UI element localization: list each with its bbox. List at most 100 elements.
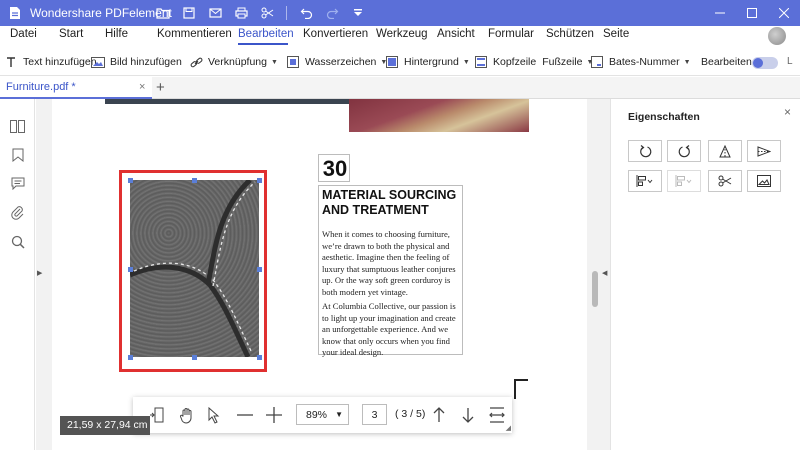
image-add-button[interactable]: Bild hinzufügen [91,54,182,70]
edit-mode-label: Bearbeiten [701,54,752,70]
section-number-box[interactable]: 30 [318,154,350,182]
chevron-down-icon: ▼ [335,410,343,419]
image-add-label: Bild hinzufügen [110,56,182,68]
edit-mode-toggle[interactable] [752,57,778,69]
body-text-box[interactable]: MATERIAL SOURCING AND TREATMENT When it … [318,185,463,357]
distribute-button[interactable] [667,170,701,192]
quick-access-toolbar [150,0,371,26]
avatar[interactable] [768,27,786,45]
text-icon [4,56,18,68]
resize-grip-icon[interactable]: ◢ [506,424,511,432]
expand-right-panel-icon[interactable]: ◀ [602,269,607,277]
page-number-input[interactable]: 3 [362,404,387,425]
crop-button[interactable] [708,170,742,192]
leather-image[interactable] [130,180,259,357]
menu-ansicht[interactable]: Ansicht [437,28,475,40]
watermark-button[interactable]: Wasserzeichen ▼ [286,54,387,70]
resize-handle[interactable] [257,355,262,360]
menu-hilfe[interactable]: Hilfe [105,28,128,40]
edit-label: Bearbeiten [701,56,752,68]
minimize-icon[interactable] [704,0,736,26]
menu-seite[interactable]: Seite [603,28,629,40]
close-icon[interactable]: × [784,105,791,119]
resize-handle[interactable] [192,355,197,360]
menu-kommentieren[interactable]: Kommentieren [157,28,232,40]
resize-handle[interactable] [257,267,262,272]
search-icon[interactable] [9,233,26,250]
mail-icon[interactable] [202,0,228,26]
document-tab-bar: Furniture.pdf * × + [0,77,800,99]
flip-vertical-button[interactable] [708,140,742,162]
toolbar-separator [286,6,287,20]
scissors-icon[interactable] [254,0,280,26]
title-bar: Wondershare PDFelement [0,0,800,26]
quick-access-dropdown-icon[interactable] [345,0,371,26]
watermark-icon [286,56,300,68]
align-button[interactable] [628,170,662,192]
replace-image-icon [757,175,771,187]
close-icon[interactable]: × [139,81,145,93]
tab-label: Furniture.pdf * [6,81,76,93]
link-button[interactable]: Verknüpfung ▼ [189,54,278,70]
resize-handle[interactable] [192,178,197,183]
add-tab-icon[interactable]: + [156,79,165,96]
flip-horizontal-button[interactable] [747,140,781,162]
text-add-label: Text hinzufügen [23,56,97,68]
tab-furniture[interactable]: Furniture.pdf * × [0,77,152,99]
redo-icon[interactable] [319,0,345,26]
folder-icon[interactable] [150,0,176,26]
close-window-icon[interactable] [768,0,800,26]
undo-icon[interactable] [293,0,319,26]
menu-bearbeiten[interactable]: Bearbeiten [238,28,294,40]
toolbar-overflow-label: L [787,56,793,67]
print-icon[interactable] [228,0,254,26]
menu-konvertieren[interactable]: Konvertieren [303,28,368,40]
image-icon [91,56,105,68]
replace-image-button[interactable] [747,170,781,192]
zoom-out-icon[interactable] [235,405,255,425]
expand-left-panel-icon[interactable]: ▶ [37,269,42,277]
bates-number-button[interactable]: Bates-Nummer ▼ [590,54,691,70]
zoom-level-select[interactable]: 89% ▼ [296,404,349,425]
save-icon[interactable] [176,0,202,26]
hand-tool-icon[interactable] [177,405,197,425]
app-logo-icon [10,7,20,19]
resize-handle[interactable] [128,178,133,183]
scissors-icon [718,175,732,187]
resize-handle[interactable] [257,178,262,183]
rotate-right-icon [678,144,690,157]
active-menu-indicator [238,43,288,45]
select-tool-icon[interactable] [205,405,225,425]
header-label: Kopfzeile [493,56,537,68]
link-icon [189,56,203,68]
menu-datei[interactable]: Datei [10,28,37,40]
menu-bar: Datei Start Hilfe Kommentieren Bearbeite… [0,26,800,46]
menu-formular[interactable]: Formular [488,28,534,40]
fit-page-icon[interactable] [148,405,168,425]
resize-handle[interactable] [128,267,133,272]
comment-icon[interactable] [9,175,26,192]
menu-werkzeug[interactable]: Werkzeug [376,28,428,40]
menu-start[interactable]: Start [59,28,83,40]
window-controls [704,0,800,26]
menu-schuetzen[interactable]: Schützen [546,28,594,40]
previous-page-icon[interactable] [429,405,449,425]
text-add-button[interactable]: Text hinzufügen [4,54,97,70]
next-page-icon[interactable] [458,405,478,425]
thumbnails-icon[interactable] [9,118,26,135]
page-navigation-bar: 89% ▼ 3 ( 3 / 5) ◢ [133,397,512,433]
rotate-left-button[interactable] [628,140,662,162]
zoom-in-icon[interactable] [264,405,284,425]
header-footer-button[interactable]: Kopfzeile Fußzeile ▼ [474,54,593,70]
page-count: ( 3 / 5) [395,408,426,420]
vertical-scrollbar[interactable] [592,271,598,307]
attachment-icon[interactable] [9,204,26,221]
chair-illustration [514,379,528,399]
maximize-icon[interactable] [736,0,768,26]
resize-handle[interactable] [128,355,133,360]
section-heading: MATERIAL SOURCING AND TREATMENT [322,188,457,217]
rotate-right-button[interactable] [667,140,701,162]
fit-width-icon[interactable] [487,405,507,425]
bookmark-icon[interactable] [9,146,26,163]
background-button[interactable]: Hintergrund ▼ [385,54,470,70]
